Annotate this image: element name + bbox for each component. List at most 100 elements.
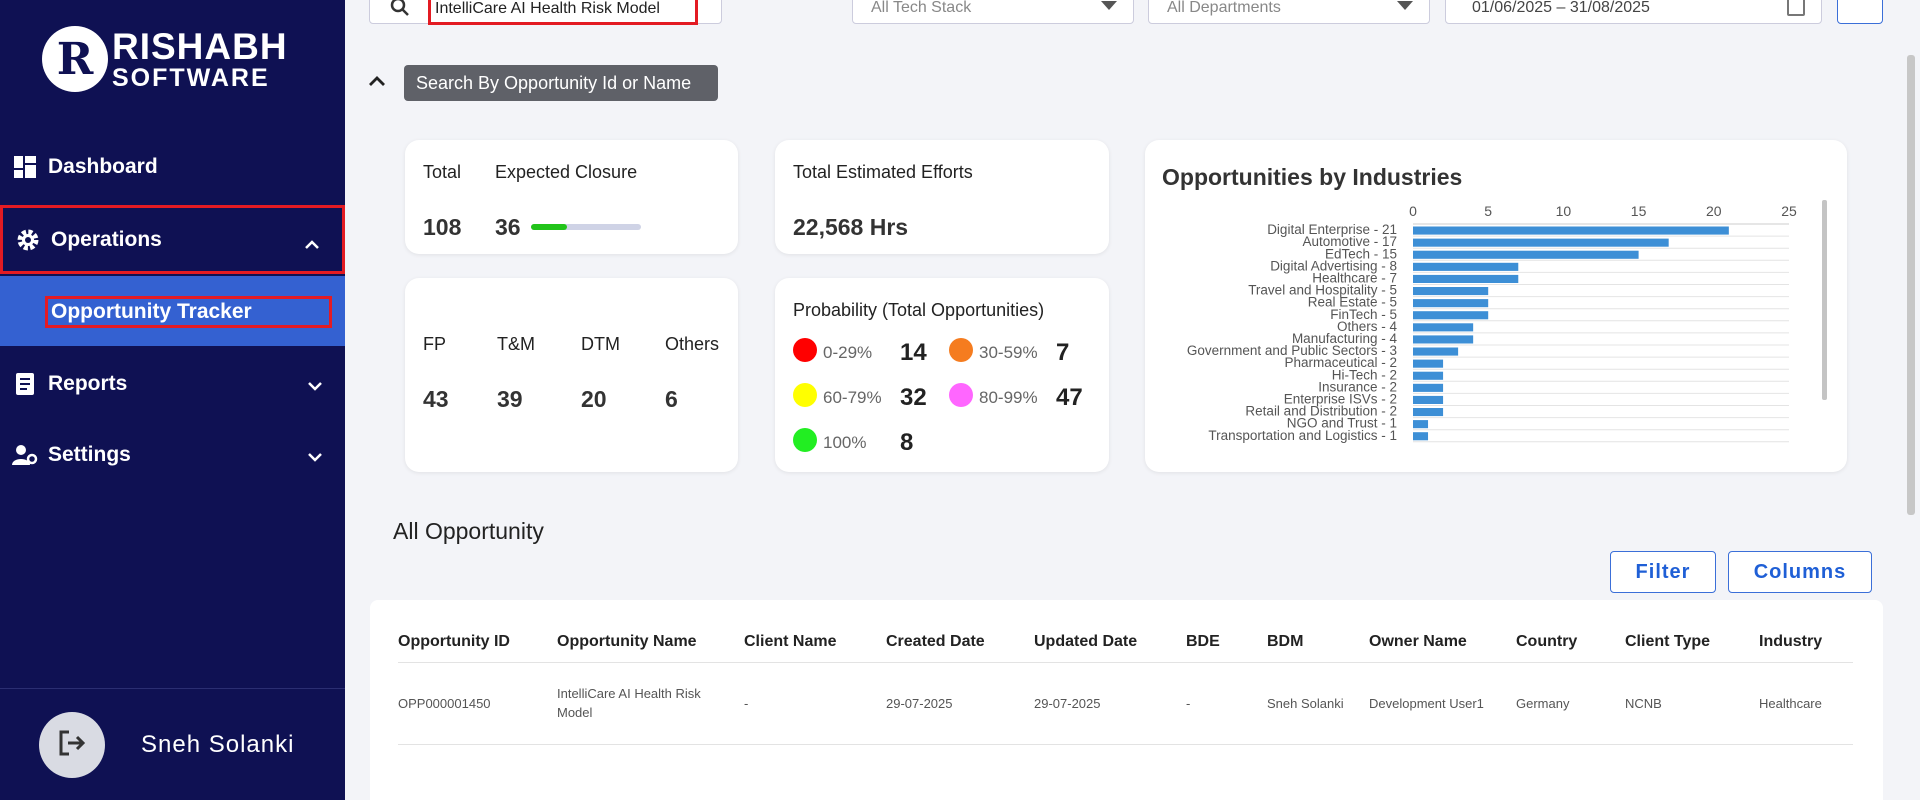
calendar-icon[interactable] [1787, 0, 1805, 16]
column-header[interactable]: BDE [1186, 622, 1267, 663]
user-area: Sneh Solanki [39, 712, 294, 778]
type-label-fp: FP [423, 334, 447, 354]
sidebar-item-operations[interactable]: Operations [0, 205, 345, 274]
x-tick-label: 5 [1484, 203, 1492, 219]
sidebar-item-label: Dashboard [48, 155, 158, 178]
x-tick-label: 25 [1781, 203, 1797, 219]
column-header[interactable]: Opportunity ID [398, 622, 557, 663]
column-header[interactable]: Client Name [744, 622, 886, 663]
bar [1413, 226, 1729, 235]
probability-dot [949, 383, 973, 407]
cell-opportunity-id[interactable]: OPP000001450 [398, 662, 557, 745]
type-value-tm: 39 [497, 386, 523, 412]
filter-button[interactable]: Filter [1610, 551, 1716, 593]
x-tick-label: 20 [1706, 203, 1722, 219]
efforts-value: 22,568 Hrs [793, 214, 909, 240]
cell-country: Germany [1516, 662, 1625, 745]
industries-chart-card: Opportunities by Industries 0 5 10 15 20 25 Di… [1145, 140, 1847, 472]
apply-filter-button[interactable] [1837, 0, 1883, 24]
column-header[interactable]: Owner Name [1369, 622, 1516, 663]
bar [1413, 335, 1474, 344]
tech-stack-dropdown[interactable]: All Tech Stack [852, 0, 1134, 24]
expected-closure-progress [531, 224, 641, 230]
bar [1413, 420, 1429, 429]
logo-line-1: RISHABH [112, 25, 288, 67]
total-label: Total [423, 162, 462, 182]
bar [1413, 262, 1519, 271]
column-header[interactable]: Industry [1759, 622, 1853, 663]
column-header[interactable]: Opportunity Name [557, 622, 744, 663]
sidebar-item-opportunity-tracker[interactable]: Opportunity Tracker [0, 276, 345, 346]
column-header[interactable]: Created Date [886, 622, 1034, 663]
search-toggle-chip[interactable]: Search By Opportunity Id or Name [404, 65, 718, 101]
departments-dropdown[interactable]: All Departments [1148, 0, 1430, 24]
probability-value: 14 [900, 339, 927, 366]
expected-closure-label: Expected Closure [495, 162, 638, 182]
sidebar-item-settings[interactable]: Settings [0, 420, 345, 490]
probability-title: Probability (Total Opportunities) [793, 300, 1045, 320]
chevron-up-icon[interactable] [368, 74, 386, 92]
cell-created-date: 29-07-2025 [886, 662, 1034, 745]
logout-button[interactable] [39, 712, 105, 778]
summary-card-efforts: Total Estimated Efforts 22,568 Hrs [775, 140, 1109, 254]
sidebar-item-reports[interactable]: Reports [0, 349, 345, 419]
probability-value: 8 [900, 429, 914, 456]
probability-value: 7 [1056, 339, 1070, 366]
tech-stack-value: All Tech Stack [871, 0, 972, 16]
probability-dot [793, 383, 817, 407]
table-row[interactable]: OPP000001450 IntelliCare AI Health Risk … [398, 662, 1853, 745]
sidebar-item-label: Reports [48, 372, 128, 395]
page-scrollbar[interactable] [1907, 55, 1915, 515]
cell-bde: - [1186, 662, 1267, 745]
date-range-picker[interactable]: 01/06/2025 – 31/08/2025 [1445, 0, 1822, 24]
probability-range: 60-79% [823, 388, 882, 407]
column-header[interactable]: Country [1516, 622, 1625, 663]
chart-scrollbar[interactable] [1822, 200, 1827, 400]
dropdown-arrow-icon [1397, 1, 1413, 10]
bar [1413, 359, 1444, 368]
search-input[interactable]: IntelliCare AI Health Risk Model [428, 0, 698, 25]
bar [1413, 408, 1444, 417]
search-box[interactable]: IntelliCare AI Health Risk Model [369, 0, 722, 25]
cell-bdm: Sneh Solanki [1267, 662, 1369, 745]
bar [1413, 250, 1639, 259]
probability-value: 47 [1056, 384, 1083, 411]
category-label: Transportation and Logistics - 1 [1208, 428, 1397, 443]
total-value: 108 [423, 214, 462, 240]
cell-updated-date: 29-07-2025 [1034, 662, 1186, 745]
cell-client-name: - [744, 662, 886, 745]
summary-card-types: FP T&M DTM Others 43 39 20 6 [405, 278, 738, 472]
bar [1413, 323, 1474, 332]
column-header[interactable]: Client Type [1625, 622, 1759, 663]
dropdown-arrow-icon [1101, 1, 1117, 10]
company-logo: R RISHABH SOFTWARE [42, 26, 288, 92]
chevron-down-icon [307, 444, 323, 468]
bar [1413, 238, 1669, 247]
cell-industry: Healthcare [1759, 662, 1853, 745]
probability-card: Probability (Total Opportunities) 0-29% … [775, 278, 1109, 472]
logo-mark: R [42, 26, 108, 92]
bar [1413, 383, 1444, 392]
search-icon [390, 0, 410, 22]
bar [1413, 287, 1489, 296]
opportunity-table: Opportunity ID Opportunity Name Client N… [398, 622, 1853, 745]
type-value-dtm: 20 [581, 386, 607, 412]
columns-button[interactable]: Columns [1728, 551, 1872, 593]
column-header[interactable]: Updated Date [1034, 622, 1186, 663]
gear-icon [15, 227, 41, 253]
sidebar-item-label: Operations [51, 227, 162, 251]
type-value-fp: 43 [423, 386, 449, 412]
x-tick-label: 15 [1631, 203, 1647, 219]
date-range-value: 01/06/2025 – 31/08/2025 [1472, 0, 1650, 16]
cell-owner-name: Development User1 [1369, 662, 1516, 745]
chevron-down-icon [307, 373, 323, 397]
sidebar-item-dashboard[interactable]: Dashboard [0, 132, 345, 202]
section-title: All Opportunity [393, 518, 544, 544]
type-label-tm: T&M [497, 334, 535, 354]
sidebar-divider [0, 688, 345, 689]
probability-range: 100% [823, 433, 867, 452]
cell-opportunity-name[interactable]: IntelliCare AI Health Risk Model [557, 662, 744, 745]
sidebar-item-label: Opportunity Tracker [45, 296, 332, 328]
column-header[interactable]: BDM [1267, 622, 1369, 663]
bar [1413, 274, 1519, 283]
